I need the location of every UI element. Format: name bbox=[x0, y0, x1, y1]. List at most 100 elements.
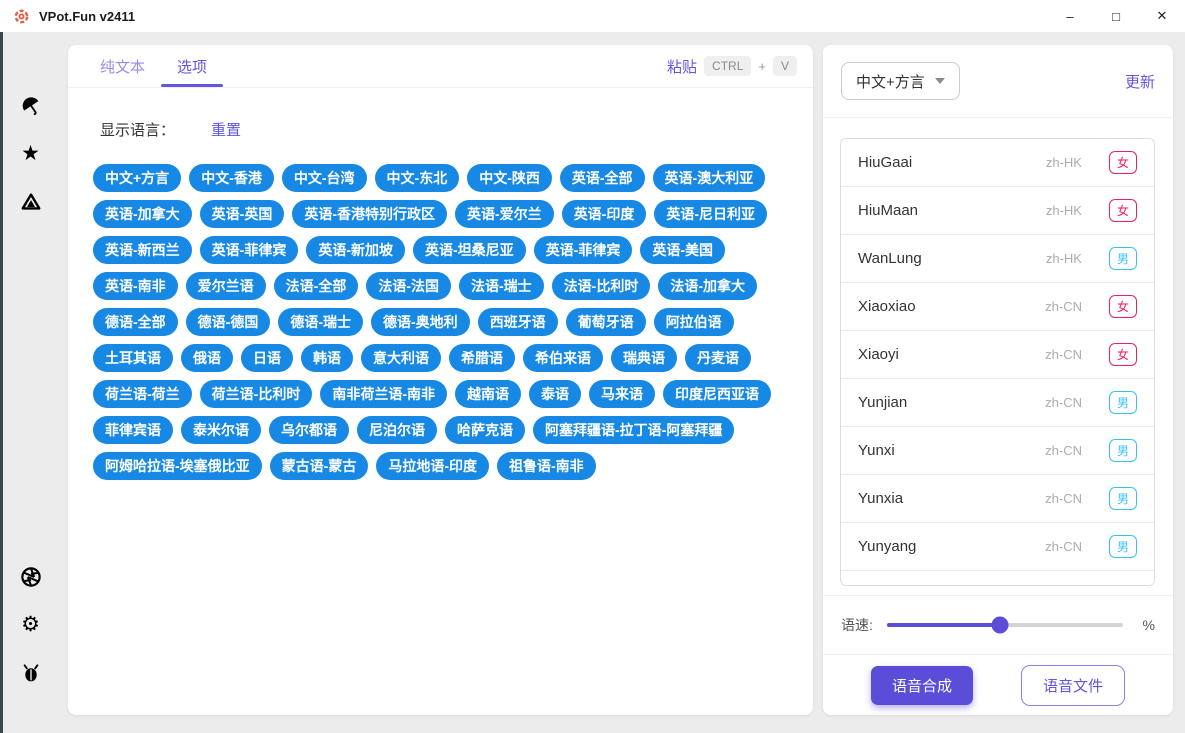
language-pill[interactable]: 乌尔都语 bbox=[269, 416, 349, 444]
tab-options[interactable]: 选项 bbox=[161, 45, 223, 87]
language-pill[interactable]: 瑞典语 bbox=[611, 344, 677, 372]
language-row: 英语-南非爱尔兰语法语-全部法语-法国法语-瑞士法语-比利时法语-加拿大 bbox=[93, 272, 793, 300]
language-pill[interactable]: 马来语 bbox=[589, 380, 655, 408]
language-pill[interactable]: 葡萄牙语 bbox=[566, 308, 646, 336]
language-pill[interactable]: 英语-香港特别行政区 bbox=[292, 200, 447, 228]
language-pill[interactable]: 马拉地语-印度 bbox=[376, 452, 489, 480]
language-row: 中文+方言中文-香港中文-台湾中文-东北中文-陕西英语-全部英语-澳大利亚 bbox=[93, 164, 793, 192]
language-pill[interactable]: 英语-加拿大 bbox=[93, 200, 192, 228]
voice-name: HiuGaai bbox=[858, 154, 912, 171]
language-pill[interactable]: 尼泊尔语 bbox=[357, 416, 437, 444]
language-pill[interactable]: 爱尔兰语 bbox=[186, 272, 266, 300]
paste-button[interactable]: 粘贴 bbox=[667, 56, 697, 77]
language-pill[interactable]: 日语 bbox=[241, 344, 293, 372]
language-pill[interactable]: 英语-坦桑尼亚 bbox=[413, 236, 526, 264]
language-pill[interactable]: 法语-比利时 bbox=[552, 272, 651, 300]
language-pill[interactable]: 阿塞拜疆语-拉丁语-阿塞拜疆 bbox=[533, 416, 734, 444]
voice-gender-badge: 男 bbox=[1109, 487, 1137, 510]
language-pill[interactable]: 中文-东北 bbox=[375, 164, 460, 192]
language-pill[interactable]: 英语-印度 bbox=[562, 200, 647, 228]
language-pill[interactable]: 英语-英国 bbox=[200, 200, 285, 228]
aperture-icon[interactable] bbox=[19, 565, 43, 589]
language-pill[interactable]: 英语-南非 bbox=[93, 272, 178, 300]
voice-row[interactable]: Yunxia zh-CN 男 bbox=[841, 475, 1154, 523]
speed-slider-thumb[interactable] bbox=[992, 617, 1009, 634]
reset-button[interactable]: 重置 bbox=[211, 119, 241, 140]
voice-gender-badge: 女 bbox=[1109, 295, 1137, 318]
close-button[interactable]: ✕ bbox=[1139, 0, 1185, 32]
language-pill[interactable]: 土耳其语 bbox=[93, 344, 173, 372]
language-pill[interactable]: 阿拉伯语 bbox=[654, 308, 734, 336]
voice-row[interactable]: Xiaoyi zh-CN 女 bbox=[841, 331, 1154, 379]
voice-row[interactable] bbox=[841, 571, 1154, 586]
language-pill[interactable]: 泰米尔语 bbox=[181, 416, 261, 444]
synthesize-button[interactable]: 语音合成 bbox=[871, 666, 973, 705]
language-pill[interactable]: 英语-菲律宾 bbox=[200, 236, 299, 264]
language-pill[interactable]: 中文-香港 bbox=[189, 164, 274, 192]
language-pill[interactable]: 中文-陕西 bbox=[467, 164, 552, 192]
language-pill[interactable]: 英语-澳大利亚 bbox=[653, 164, 766, 192]
language-dropdown[interactable]: 中文+方言 bbox=[841, 62, 960, 100]
language-pill[interactable]: 英语-新西兰 bbox=[93, 236, 192, 264]
language-pill[interactable]: 俄语 bbox=[181, 344, 233, 372]
minimize-button[interactable]: – bbox=[1047, 0, 1093, 32]
language-pill[interactable]: 荷兰语-比利时 bbox=[200, 380, 313, 408]
language-pill[interactable]: 法语-瑞士 bbox=[459, 272, 544, 300]
voice-row[interactable]: HiuGaai zh-HK 女 bbox=[841, 139, 1154, 187]
umbrella-icon[interactable] bbox=[19, 94, 43, 118]
language-pill[interactable]: 德语-奥地利 bbox=[371, 308, 470, 336]
language-pill[interactable]: 蒙古语-蒙古 bbox=[270, 452, 369, 480]
language-row: 土耳其语俄语日语韩语意大利语希腊语希伯来语瑞典语丹麦语 bbox=[93, 344, 793, 372]
gear-icon[interactable]: ⚙ bbox=[19, 613, 43, 637]
voice-name: HiuMaan bbox=[858, 202, 918, 219]
language-pill[interactable]: 菲律宾语 bbox=[93, 416, 173, 444]
update-button[interactable]: 更新 bbox=[1125, 71, 1155, 92]
ctrl-keycap: CTRL bbox=[704, 56, 751, 76]
triangle-icon[interactable] bbox=[19, 190, 43, 214]
language-pill[interactable]: 意大利语 bbox=[361, 344, 441, 372]
speed-unit: % bbox=[1143, 617, 1155, 633]
voice-row[interactable]: HiuMaan zh-HK 女 bbox=[841, 187, 1154, 235]
star-icon[interactable]: ★ bbox=[19, 142, 43, 166]
language-pill[interactable]: 中文-台湾 bbox=[282, 164, 367, 192]
language-pill[interactable]: 南非荷兰语-南非 bbox=[320, 380, 447, 408]
language-pill[interactable]: 越南语 bbox=[455, 380, 521, 408]
bug-icon[interactable] bbox=[19, 661, 43, 685]
language-row: 荷兰语-荷兰荷兰语-比利时南非荷兰语-南非越南语泰语马来语印度尼西亚语 bbox=[93, 380, 793, 408]
voice-row[interactable]: WanLung zh-HK 男 bbox=[841, 235, 1154, 283]
language-pill[interactable]: 祖鲁语-南非 bbox=[497, 452, 596, 480]
language-pill[interactable]: 印度尼西亚语 bbox=[663, 380, 771, 408]
language-pill[interactable]: 韩语 bbox=[301, 344, 353, 372]
voice-row[interactable]: Xiaoxiao zh-CN 女 bbox=[841, 283, 1154, 331]
language-pill[interactable]: 希腊语 bbox=[449, 344, 515, 372]
language-pill[interactable]: 英语-美国 bbox=[640, 236, 725, 264]
voice-row[interactable]: Yunyang zh-CN 男 bbox=[841, 523, 1154, 571]
language-row: 英语-新西兰英语-菲律宾英语-新加坡英语-坦桑尼亚英语-菲律宾英语-美国 bbox=[93, 236, 793, 264]
language-pill[interactable]: 法语-全部 bbox=[274, 272, 359, 300]
language-pill[interactable]: 泰语 bbox=[529, 380, 581, 408]
language-pill[interactable]: 德语-德国 bbox=[186, 308, 271, 336]
voice-file-button[interactable]: 语音文件 bbox=[1021, 665, 1125, 706]
language-pill[interactable]: 西班牙语 bbox=[478, 308, 558, 336]
language-pill[interactable]: 英语-新加坡 bbox=[306, 236, 405, 264]
voice-row[interactable]: Yunjian zh-CN 男 bbox=[841, 379, 1154, 427]
language-pill[interactable]: 法语-法国 bbox=[366, 272, 451, 300]
tab-plain-text[interactable]: 纯文本 bbox=[84, 45, 161, 87]
language-pill[interactable]: 丹麦语 bbox=[685, 344, 751, 372]
language-pill[interactable]: 德语-全部 bbox=[93, 308, 178, 336]
language-pill[interactable]: 中文+方言 bbox=[93, 164, 181, 192]
language-pill[interactable]: 法语-加拿大 bbox=[658, 272, 757, 300]
voice-row[interactable]: Yunxi zh-CN 男 bbox=[841, 427, 1154, 475]
maximize-button[interactable]: □ bbox=[1093, 0, 1139, 32]
speed-slider[interactable] bbox=[887, 623, 1123, 627]
language-pill[interactable]: 英语-菲律宾 bbox=[534, 236, 633, 264]
language-pill[interactable]: 哈萨克语 bbox=[445, 416, 525, 444]
language-pill[interactable]: 英语-尼日利亚 bbox=[654, 200, 767, 228]
language-pill[interactable]: 英语-全部 bbox=[560, 164, 645, 192]
language-pill[interactable]: 阿姆哈拉语-埃塞俄比亚 bbox=[93, 452, 262, 480]
language-pill[interactable]: 英语-爱尔兰 bbox=[455, 200, 554, 228]
language-pill[interactable]: 德语-瑞士 bbox=[278, 308, 363, 336]
language-pill[interactable]: 希伯来语 bbox=[523, 344, 603, 372]
language-pill[interactable]: 荷兰语-荷兰 bbox=[93, 380, 192, 408]
voice-name: Yunjian bbox=[858, 394, 907, 411]
